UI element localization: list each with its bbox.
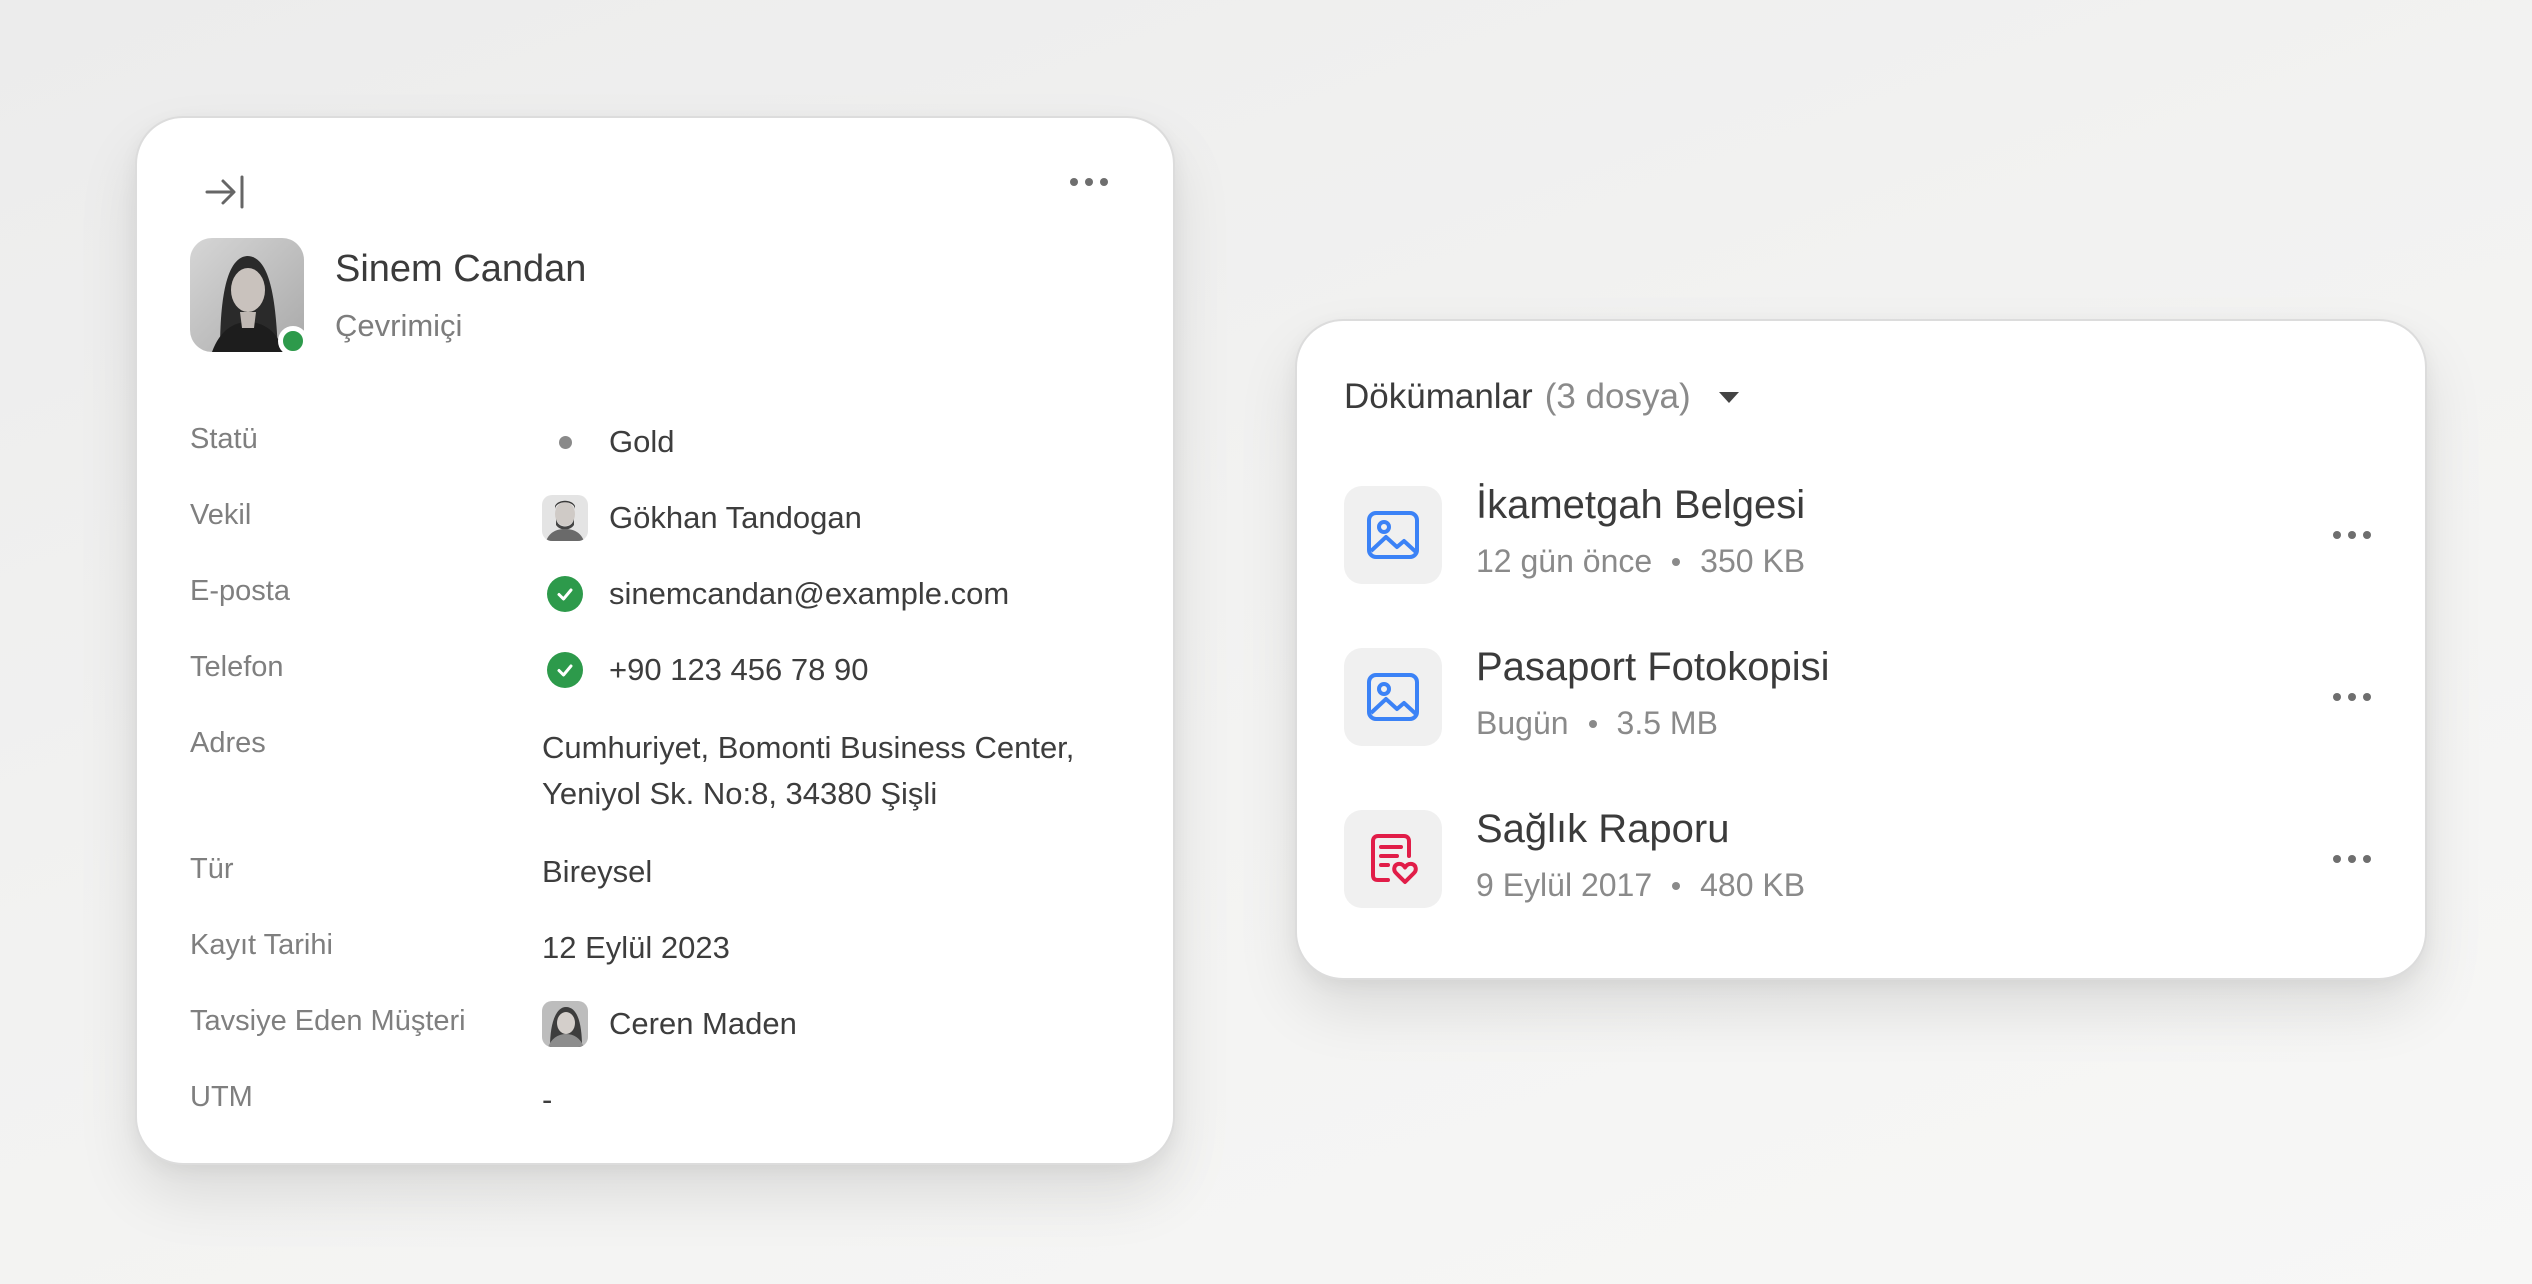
agent-avatar[interactable] — [542, 495, 588, 541]
more-horizontal-icon — [2333, 531, 2371, 539]
type-label: Tür — [190, 853, 234, 885]
document-date: 9 Eylül 2017 — [1476, 867, 1653, 903]
document-size: 350 KB — [1700, 543, 1806, 579]
document-meta: 12 gün önce 350 KB — [1476, 543, 1805, 580]
email-label: E-posta — [190, 575, 290, 607]
presence-status: Çevrimiçi — [335, 308, 463, 343]
more-horizontal-icon — [2333, 693, 2371, 701]
referrer-photo — [542, 1001, 588, 1047]
email-verified-badge — [542, 571, 588, 617]
document-more-button[interactable] — [2320, 677, 2384, 717]
contact-name: Sinem Candan — [335, 248, 587, 290]
document-row[interactable]: Pasaport Fotokopisi Bugün 3.5 MB — [1344, 643, 2384, 753]
meta-separator — [1672, 881, 1681, 890]
check-circle-icon — [547, 576, 583, 612]
document-more-button[interactable] — [2320, 839, 2384, 879]
registered-label: Kayıt Tarihi — [190, 929, 333, 961]
utm-value: - — [542, 1082, 553, 1117]
agent-label: Vekil — [190, 499, 252, 531]
agent-value[interactable]: Gökhan Tandogan — [609, 495, 862, 541]
type-value: Bireysel — [542, 854, 653, 889]
documents-card: Dökümanlar (3 dosya) İkametgah Belgesi 1… — [1295, 319, 2427, 980]
contact-more-button[interactable] — [1057, 162, 1121, 202]
health-report-icon — [1344, 810, 1442, 908]
address-label: Adres — [190, 727, 266, 759]
caret-down-icon — [1718, 391, 1739, 403]
documents-title: Dökümanlar — [1344, 377, 1533, 416]
email-value[interactable]: sinemcandan@example.com — [609, 571, 1009, 617]
meta-separator — [1588, 719, 1597, 728]
document-more-button[interactable] — [2320, 515, 2384, 555]
phone-label: Telefon — [190, 651, 284, 683]
status-dot-icon — [542, 419, 588, 465]
referrer-value[interactable]: Ceren Maden — [609, 1001, 797, 1047]
documents-count: (3 dosya) — [1544, 377, 1691, 416]
collapse-panel-button[interactable] — [197, 164, 253, 220]
agent-photo — [542, 495, 588, 541]
more-horizontal-icon — [2333, 855, 2371, 863]
document-row[interactable]: İkametgah Belgesi 12 gün önce 350 KB — [1344, 481, 2384, 591]
meta-separator — [1672, 557, 1681, 566]
check-circle-icon — [547, 652, 583, 688]
document-size: 3.5 MB — [1616, 705, 1718, 741]
contact-card: Sinem Candan Çevrimiçi Statü Gold Vekil … — [135, 116, 1175, 1165]
document-row[interactable]: Sağlık Raporu 9 Eylül 2017 480 KB — [1344, 805, 2384, 915]
document-name: İkametgah Belgesi — [1476, 483, 1806, 527]
documents-header-toggle[interactable]: Dökümanlar (3 dosya) — [1344, 377, 1739, 417]
document-meta: 9 Eylül 2017 480 KB — [1476, 867, 1805, 904]
document-date: 12 gün önce — [1476, 543, 1653, 579]
referrer-label: Tavsiye Eden Müşteri — [190, 1005, 466, 1037]
status-label: Statü — [190, 423, 258, 455]
image-file-icon — [1344, 648, 1442, 746]
more-horizontal-icon — [1070, 178, 1108, 186]
document-name: Pasaport Fotokopisi — [1476, 645, 1830, 689]
document-name: Sağlık Raporu — [1476, 807, 1730, 851]
phone-value[interactable]: +90 123 456 78 90 — [609, 647, 868, 693]
collapse-right-icon — [205, 175, 244, 209]
address-line-2: Yeniyol Sk. No:8, 34380 Şişli — [542, 776, 938, 811]
document-size: 480 KB — [1700, 867, 1806, 903]
online-status-dot — [278, 326, 308, 356]
address-line-1: Cumhuriyet, Bomonti Business Center, — [542, 730, 1075, 765]
document-date: Bugün — [1476, 705, 1569, 741]
phone-verified-badge — [542, 647, 588, 693]
utm-label: UTM — [190, 1081, 253, 1113]
referrer-avatar[interactable] — [542, 1001, 588, 1047]
avatar[interactable] — [190, 238, 308, 356]
status-value: Gold — [609, 424, 675, 459]
document-meta: Bugün 3.5 MB — [1476, 705, 1718, 742]
image-file-icon — [1344, 486, 1442, 584]
registered-value: 12 Eylül 2023 — [542, 930, 730, 965]
